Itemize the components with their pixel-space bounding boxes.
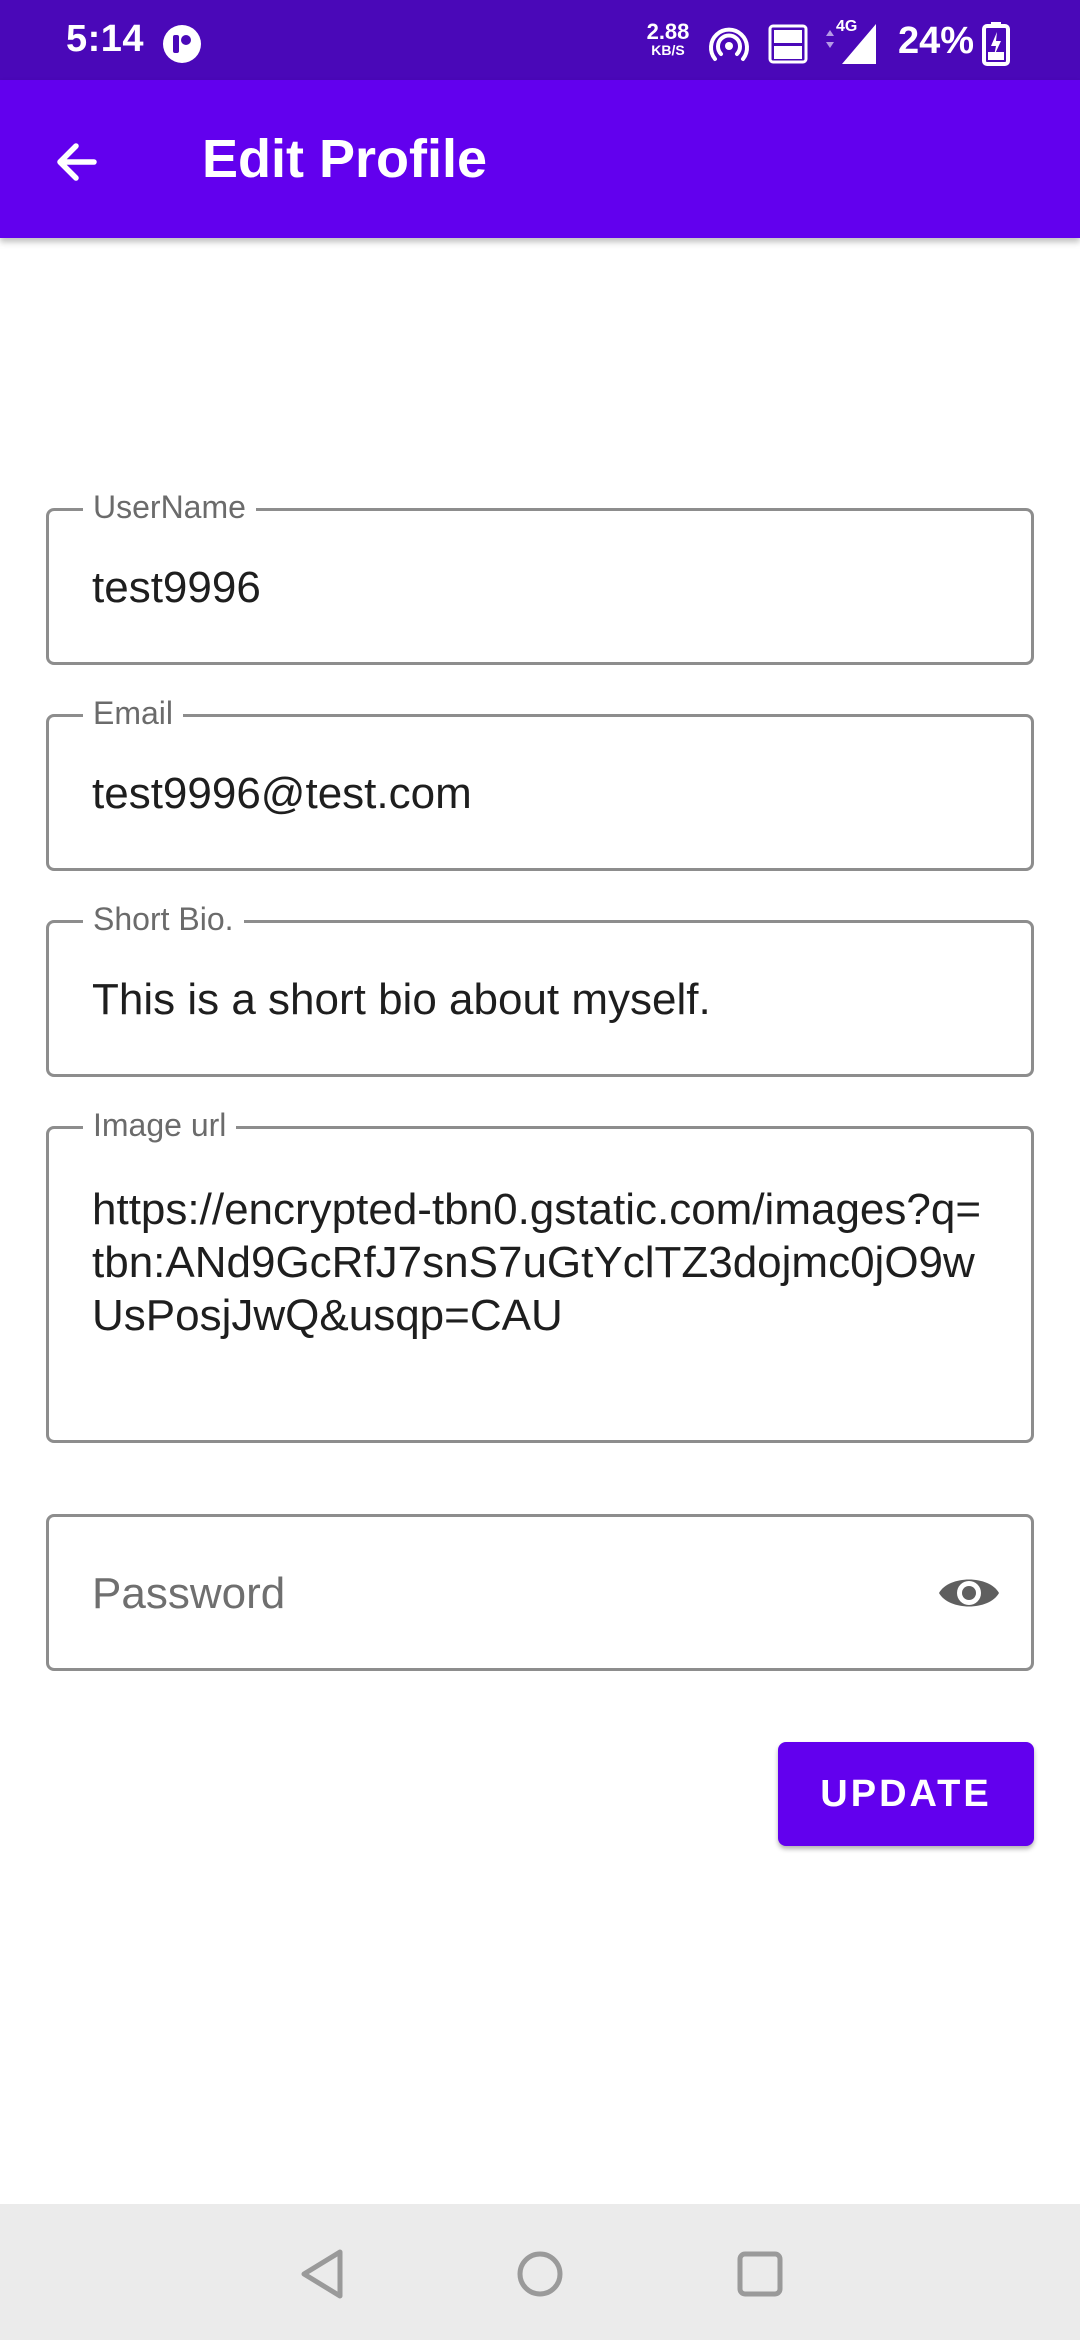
password-field[interactable]: Password <box>46 1514 1034 1671</box>
network-speed: 2.88 KB/S <box>640 19 696 59</box>
navigation-bar <box>0 2204 1080 2340</box>
username-value[interactable]: test9996 <box>92 561 991 614</box>
username-field[interactable]: UserName test9996 <box>46 487 1034 665</box>
username-label: UserName <box>83 487 256 527</box>
image-url-field[interactable]: Image url https://encrypted-tbn0.gstatic… <box>46 1105 1034 1443</box>
edit-profile-screen: 5:14 2.88 KB/S 4G 24% Edit Profile UserN… <box>0 0 1080 2340</box>
eye-icon <box>939 1579 999 1607</box>
network-speed-value: 2.88 <box>646 19 690 44</box>
volte-icon <box>768 24 808 64</box>
image-url-label: Image url <box>83 1105 237 1145</box>
app-notification-icon <box>163 25 201 63</box>
network-type: 4G <box>836 18 858 35</box>
email-field[interactable]: Email test9996@test.com <box>46 693 1034 871</box>
nav-back-icon[interactable] <box>296 2246 352 2302</box>
battery-icon <box>982 22 1010 66</box>
email-label: Email <box>83 693 184 733</box>
app-bar: Edit Profile <box>0 80 1080 238</box>
battery-percentage: 24% <box>898 20 975 62</box>
arrow-back-icon <box>57 143 97 181</box>
nav-recents-icon[interactable] <box>732 2246 788 2302</box>
password-visibility-toggle[interactable] <box>937 1563 1001 1623</box>
status-bar: 5:14 2.88 KB/S 4G 24% <box>0 0 1080 80</box>
bio-value[interactable]: This is a short bio about myself. <box>92 973 991 1026</box>
update-button[interactable]: UPDATE <box>778 1742 1034 1846</box>
network-speed-unit: KB/S <box>651 42 685 58</box>
page-title: Edit Profile <box>202 129 488 189</box>
password-placeholder[interactable]: Password <box>92 1567 285 1620</box>
status-time: 5:14 <box>66 18 145 60</box>
nav-home-icon[interactable] <box>512 2246 568 2302</box>
bio-label: Short Bio. <box>83 899 244 939</box>
email-value[interactable]: test9996@test.com <box>92 767 991 820</box>
image-url-value[interactable]: https://encrypted-tbn0.gstatic.com/image… <box>92 1183 991 1342</box>
bio-field[interactable]: Short Bio. This is a short bio about mys… <box>46 899 1034 1077</box>
back-button[interactable] <box>40 126 112 198</box>
hotspot-icon <box>709 27 749 61</box>
